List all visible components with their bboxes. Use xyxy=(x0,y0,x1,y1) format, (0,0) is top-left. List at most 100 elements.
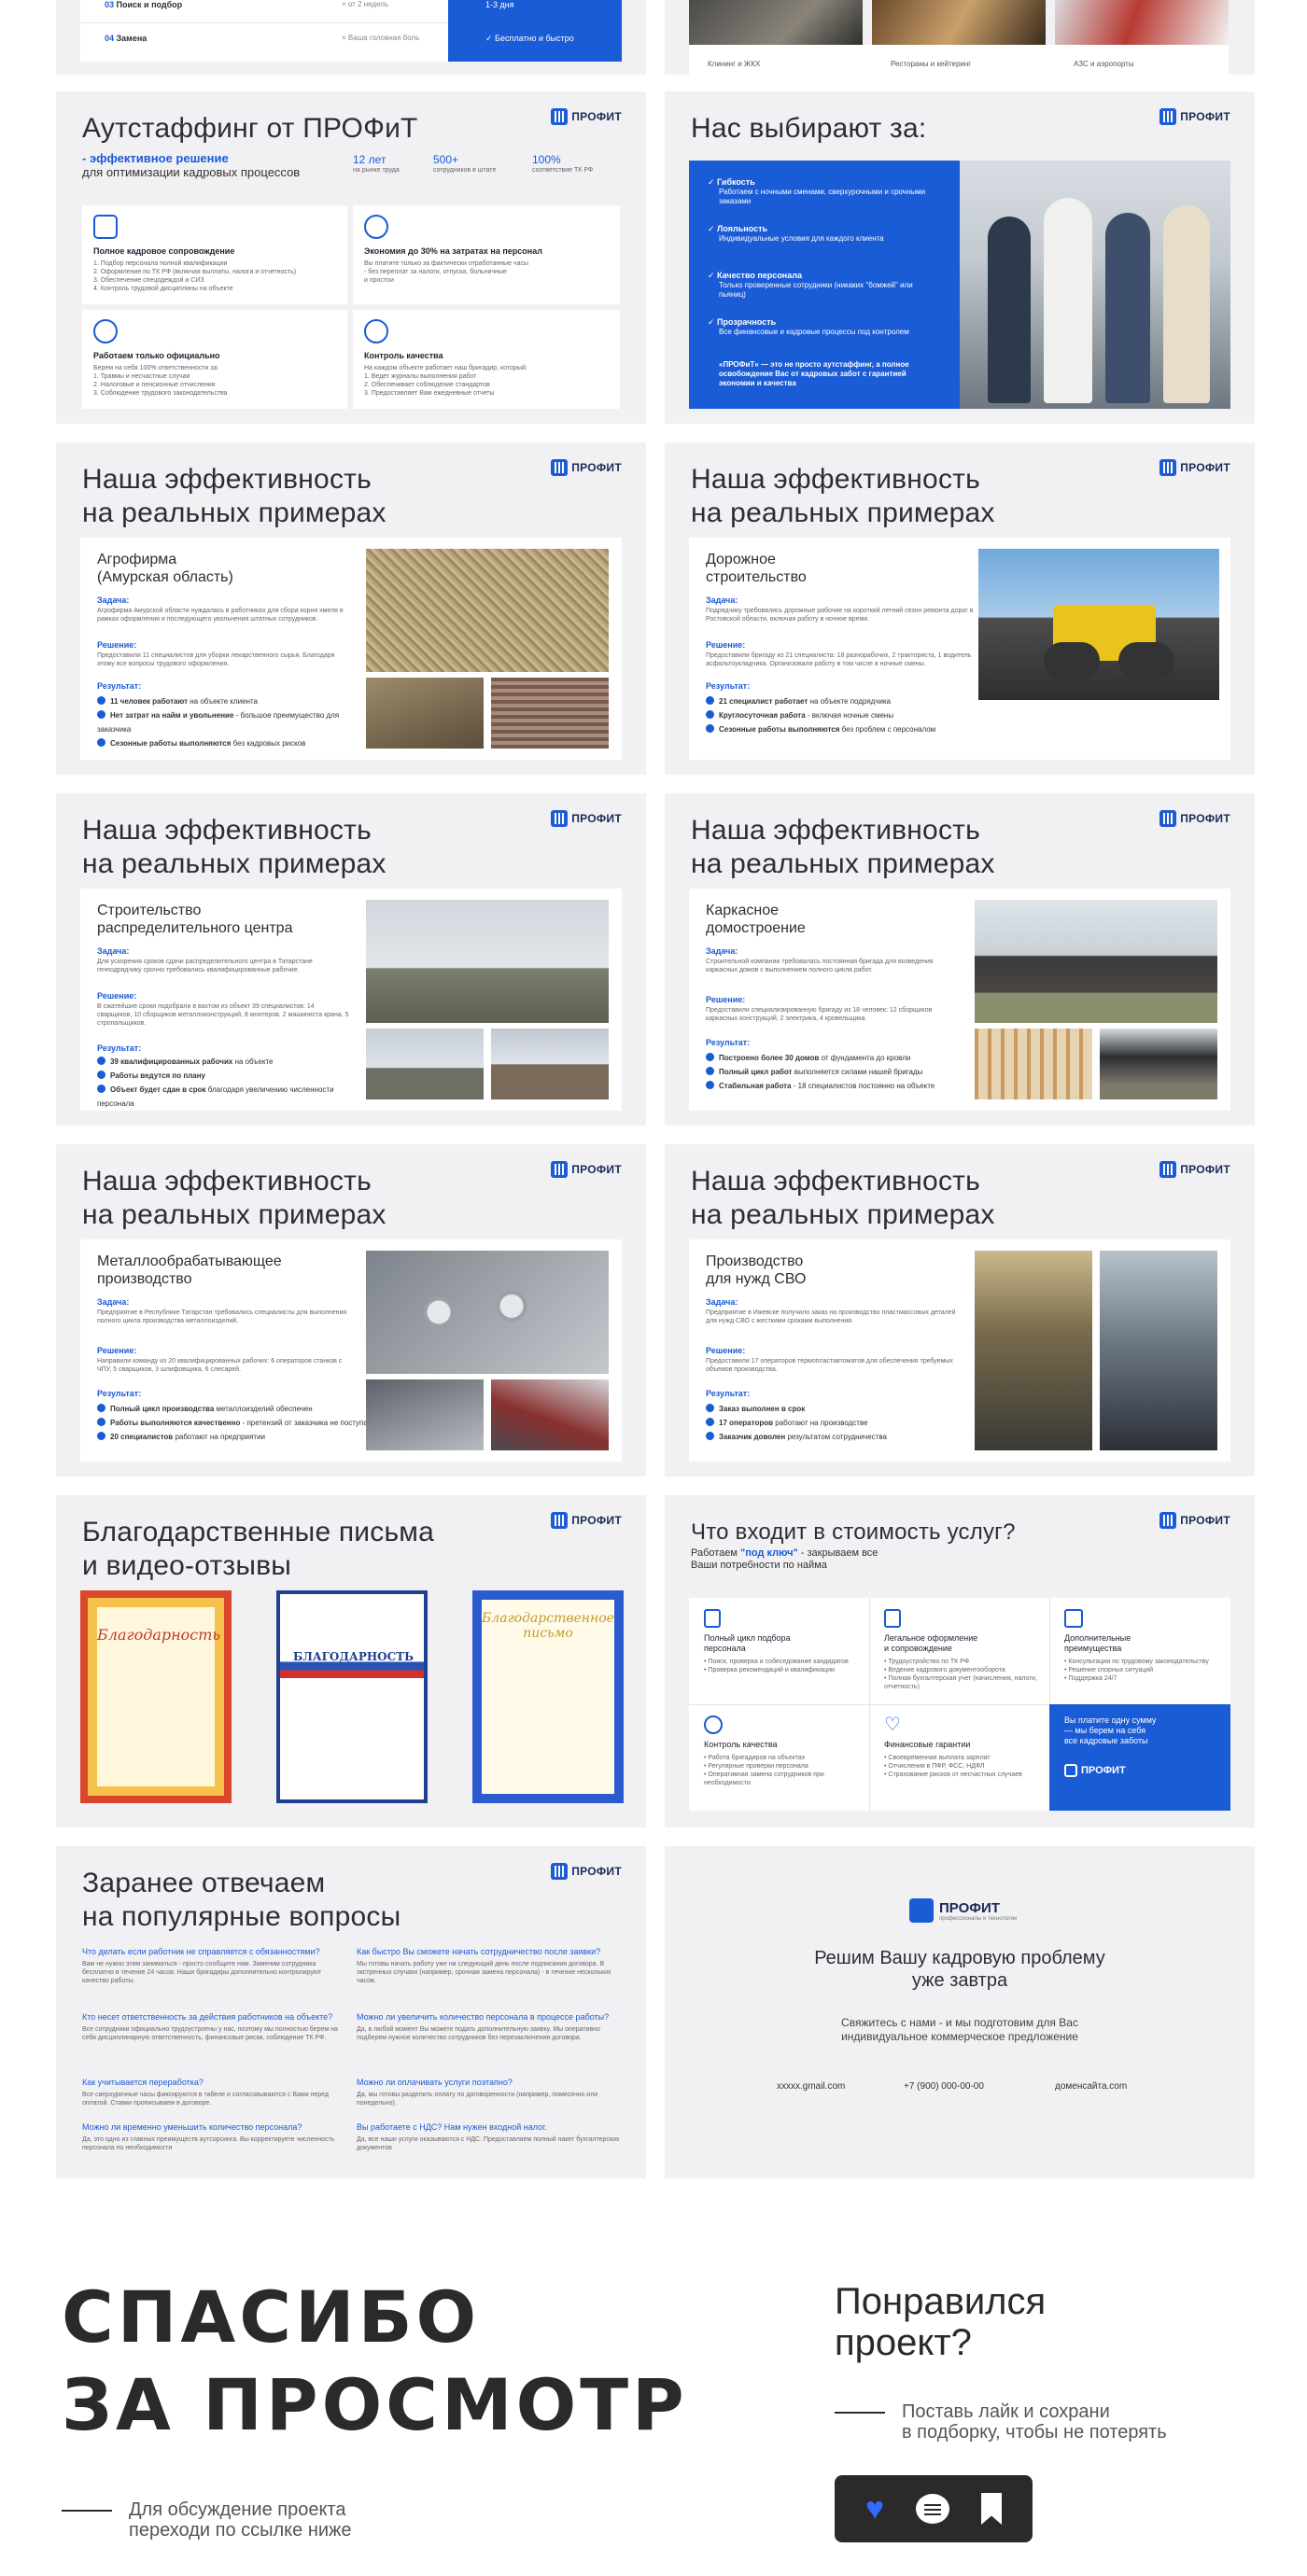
check-circle-icon xyxy=(364,319,388,343)
case-card: Производство для нужд СВО Задача: Предпр… xyxy=(689,1239,1230,1462)
cost-cell-legal: Легальное оформление и сопровождение • Т… xyxy=(884,1609,1041,1691)
why-blue-panel: ✓ Гибкость Работаем с ночными сменами, св… xyxy=(689,161,960,409)
logo-mark-icon xyxy=(1159,459,1177,476)
bookmark-icon[interactable] xyxy=(981,2493,1003,2525)
logo-mark-icon xyxy=(551,1161,569,1178)
logo-large: ПРОФИТ профессионалы и технологии xyxy=(909,1898,1017,1923)
industries-slide-fragment: Клининг и ЖКХ Рестораны и кейтеринг АЗС … xyxy=(665,0,1255,75)
task-label: Задача: xyxy=(97,595,130,605)
why-item-4: ✓ Прозрачность Все финансовые и кадровые … xyxy=(708,317,909,336)
like-save-note: Поставь лайк и сохрани в подборку, чтобы… xyxy=(902,2401,1167,2443)
photo-roots xyxy=(491,678,609,749)
plus-icon xyxy=(1064,1609,1083,1628)
logo-mark-icon xyxy=(551,459,569,476)
outstaff-card-quality: Контроль качества На каждом объекте рабо… xyxy=(353,310,620,409)
process-row-4-mid: × Ваша головная боль xyxy=(342,34,420,42)
photo-hops xyxy=(366,549,609,672)
faq-item[interactable]: Можно ли временно уменьшить количество п… xyxy=(82,2122,340,2152)
case-slide-road: Наша эффективность на реальных примерах … xyxy=(665,442,1255,775)
result-label: Результат: xyxy=(97,681,142,691)
contact-slide: ПРОФИТ профессионалы и технологии Решим В… xyxy=(665,1846,1255,2178)
result-label: Результат: xyxy=(706,1038,751,1047)
check-circle-icon xyxy=(364,215,388,239)
contract-icon xyxy=(884,1609,901,1628)
logo-mark-icon xyxy=(551,1512,569,1529)
faq-item[interactable]: Как быстро Вы сможете начать сотрудничес… xyxy=(357,1947,622,1985)
process-blue-column: 1-3 дня ✓ Бесплатно и быстро xyxy=(448,0,622,62)
cost-cell-finance: ♡ Финансовые гарантии • Своевременная вы… xyxy=(884,1715,1041,1779)
case-card: Каркасное домостроение Задача: Строитель… xyxy=(689,889,1230,1111)
logo: ПРОФИТ xyxy=(551,459,622,476)
results-list: Заказ выполнен в срок 17 операторов рабо… xyxy=(706,1402,977,1444)
task-label: Задача: xyxy=(97,1297,130,1307)
team-photo xyxy=(960,161,1230,409)
case-card: Дорожное строительство Задача: Подрядчик… xyxy=(689,538,1230,760)
logo: ПРОФИТ xyxy=(551,108,622,125)
faq-item[interactable]: Можно ли увеличить количество персонала … xyxy=(357,2012,622,2042)
faq-item[interactable]: Кто несет ответственность за действия ра… xyxy=(82,2012,340,2042)
contact-email[interactable]: xxxxx.gmail.com xyxy=(777,2081,845,2092)
decision-label: Решение: xyxy=(706,1346,746,1355)
photo-frame-house xyxy=(975,900,1217,1023)
users-icon xyxy=(93,215,118,239)
logo-mark-icon xyxy=(551,1863,569,1880)
result-label: Результат: xyxy=(706,1389,751,1398)
photo-frame-2 xyxy=(491,1029,609,1099)
logo: ПРОФИТ xyxy=(1159,108,1230,125)
stat-staff: 500+ сотрудников в штате xyxy=(433,153,497,174)
contact-site[interactable]: доменсайта.com xyxy=(1055,2081,1127,2092)
process-row-4: 04 Замена xyxy=(105,34,148,43)
why-item-2: ✓ Лояльность Индивидуальные условия для к… xyxy=(708,224,884,243)
footer-divider xyxy=(62,2510,112,2512)
letter-1[interactable]: Благодарность xyxy=(80,1590,232,1803)
letter-3[interactable]: Благодарственное письмо xyxy=(472,1590,624,1803)
case-card: Агрофирма (Амурская область) Задача: Агр… xyxy=(80,538,622,760)
faq-item[interactable]: Вы работаете с НДС? Нам нужен входной на… xyxy=(357,2122,622,2152)
comment-icon[interactable] xyxy=(916,2494,950,2524)
faq-item[interactable]: Что делать если работник не справляется … xyxy=(82,1947,340,1985)
faq-slide: Заранее отвечаем на популярные вопросы П… xyxy=(56,1846,646,2178)
heart-icon: ♡ xyxy=(884,1715,901,1735)
cost-slide: Что входит в стоимость услуг? ПРОФИТ Раб… xyxy=(665,1495,1255,1827)
stat-years: 12 лет на рынке труда xyxy=(353,153,400,174)
photo-restaurant xyxy=(872,0,1046,45)
decision-label: Решение: xyxy=(706,995,746,1004)
logo: ПРОФИТ xyxy=(551,1161,622,1178)
cost-cell-selection: Полный цикл подбора персонала • Поиск, п… xyxy=(704,1609,861,1674)
cta-divider xyxy=(835,2412,885,2414)
discuss-note: Для обсуждение проекта переходи по ссылк… xyxy=(129,2499,352,2541)
like-icon[interactable]: ♥ xyxy=(865,2493,884,2525)
cost-subtitle: Работаем "под ключ" - закрываем все Ваши… xyxy=(691,1547,878,1571)
faq-item[interactable]: Можно ли оплачивать услуги поэтапно? Да, … xyxy=(357,2078,622,2107)
decision-label: Решение: xyxy=(97,1346,137,1355)
logo-mark-icon xyxy=(909,1898,934,1923)
thanks-for-viewing: СПАСИБО ЗА ПРОСМОТР xyxy=(62,2275,688,2446)
result-label: Результат: xyxy=(97,1043,142,1053)
case-title: Наша эффективность на реальных примерах xyxy=(82,464,386,528)
presentation-page: 03 Поиск и подбор × от 2 недель 04 Замен… xyxy=(0,0,1307,2576)
stat-compliance: 100% соответствие ТК РФ xyxy=(532,153,594,174)
letter-2[interactable]: БЛАГОДАРНОСТЬ xyxy=(276,1590,428,1803)
task-label: Задача: xyxy=(706,1297,738,1307)
outstaff-slide: Аутстаффинг от ПРОФиТ ПРОФИТ - эффективн… xyxy=(56,91,646,424)
photo-operators xyxy=(1100,1251,1217,1450)
task-label: Задача: xyxy=(97,946,130,956)
check-circle-icon xyxy=(93,319,118,343)
process-slide-fragment: 03 Поиск и подбор × от 2 недель 04 Замен… xyxy=(56,0,646,75)
case-slide-frame-houses: Наша эффективность на реальных примерах … xyxy=(665,793,1255,1126)
logo: ПРОФИТ xyxy=(551,1863,622,1880)
why-item-1: ✓ Гибкость Работаем с ночными сменами, св… xyxy=(708,177,926,205)
cost-cell-extra: Дополнительные преимущества • Консультац… xyxy=(1064,1609,1221,1683)
logo-mark-icon xyxy=(1159,108,1177,125)
logo-white: ПРОФИТ xyxy=(1064,1764,1126,1777)
result-label: Результат: xyxy=(97,1389,142,1398)
logo: ПРОФИТ xyxy=(551,810,622,827)
case-title: Наша эффективность на реальных примерах xyxy=(82,1166,386,1230)
outstaff-card-support: Полное кадровое сопровождение 1. Подбор … xyxy=(82,205,347,304)
photo-house-dark xyxy=(1100,1029,1217,1099)
logo: ПРОФИТ xyxy=(551,1512,622,1529)
case-slide-agro: Наша эффективность на реальных примерах … xyxy=(56,442,646,775)
contact-phone[interactable]: +7 (900) 000-00-00 xyxy=(904,2081,984,2092)
faq-item[interactable]: Как учитывается переработка? Все сверхуро… xyxy=(82,2078,340,2107)
cost-cell-quality: Контроль качества • Работа бригадиров на… xyxy=(704,1715,861,1787)
